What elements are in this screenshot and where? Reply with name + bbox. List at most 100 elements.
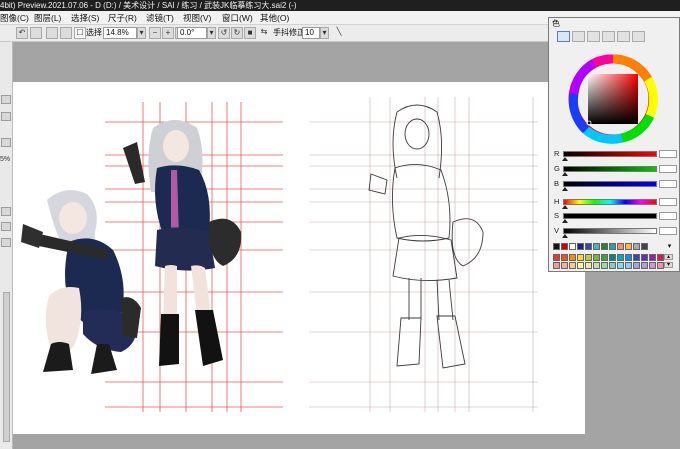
color-swatch[interactable] xyxy=(561,262,568,269)
slider-r-value[interactable] xyxy=(659,150,677,158)
color-swatch[interactable] xyxy=(569,262,576,269)
slider-g-value[interactable] xyxy=(659,165,677,173)
panel-scrollbar[interactable] xyxy=(3,292,10,442)
slider-b[interactable] xyxy=(563,181,657,187)
color-swatch[interactable] xyxy=(649,262,656,269)
menu-other[interactable]: 其他(O) xyxy=(260,12,289,24)
color-swatch[interactable] xyxy=(641,243,648,250)
zoom-field[interactable]: 14.8% xyxy=(103,27,137,39)
slider-r-thumb-icon[interactable] xyxy=(562,157,568,161)
slider-r[interactable] xyxy=(563,151,657,157)
slider-h-value[interactable] xyxy=(659,198,677,206)
color-swatch[interactable] xyxy=(617,254,624,261)
color-swatch[interactable] xyxy=(641,262,648,269)
color-swatch[interactable] xyxy=(569,254,576,261)
color-swatch[interactable] xyxy=(601,254,608,261)
select-toggle-checkbox[interactable]: ☐ xyxy=(74,27,86,39)
rotation-field[interactable]: 0.0° xyxy=(177,27,207,39)
pen-icon[interactable]: ╲ xyxy=(333,27,345,39)
scratchpad-tab-icon[interactable] xyxy=(632,31,645,42)
menu-ruler[interactable]: 尺子(R) xyxy=(108,12,137,24)
zoom-dropdown-icon[interactable]: ▾ xyxy=(137,27,146,39)
slider-b-thumb-icon[interactable] xyxy=(562,187,568,191)
swatches-tab-icon[interactable] xyxy=(617,31,630,42)
slider-g[interactable] xyxy=(563,166,657,172)
rotate-left-button[interactable]: ↺ xyxy=(218,27,230,39)
swatch-scroll-down-icon[interactable]: ▾ xyxy=(664,262,673,268)
slider-s-thumb-icon[interactable] xyxy=(562,219,568,223)
color-swatch[interactable] xyxy=(617,243,624,250)
color-swatch[interactable] xyxy=(561,243,568,250)
color-swatch[interactable] xyxy=(625,243,632,250)
color-wheel[interactable] xyxy=(562,54,664,144)
color-swatch[interactable] xyxy=(625,254,632,261)
color-swatch[interactable] xyxy=(593,254,600,261)
panel-button[interactable] xyxy=(1,222,11,231)
swatch-menu-chevron-icon[interactable]: ▾ xyxy=(665,243,674,250)
color-swatch[interactable] xyxy=(649,254,656,261)
panel-button[interactable] xyxy=(1,138,11,147)
flip-icon[interactable]: ⇆ xyxy=(258,27,270,39)
stabilizer-dropdown-icon[interactable]: ▾ xyxy=(320,27,329,39)
canvas-artwork[interactable] xyxy=(13,82,585,434)
panel-button[interactable] xyxy=(1,95,11,104)
color-swatch[interactable] xyxy=(577,262,584,269)
color-swatch[interactable] xyxy=(633,262,640,269)
color-swatch[interactable] xyxy=(569,243,576,250)
swatch-scroll-up-icon[interactable]: ▴ xyxy=(664,254,673,260)
palette-tab-icon[interactable] xyxy=(602,31,615,42)
menu-image[interactable]: 图像(C) xyxy=(0,12,29,24)
hsv-slider-tab-icon[interactable] xyxy=(587,31,600,42)
menu-select[interactable]: 选择(S) xyxy=(71,12,99,24)
slider-b-value[interactable] xyxy=(659,180,677,188)
color-swatch[interactable] xyxy=(593,243,600,250)
deselect-button[interactable] xyxy=(46,27,58,39)
color-swatch[interactable] xyxy=(601,262,608,269)
color-swatch[interactable] xyxy=(585,254,592,261)
color-swatch[interactable] xyxy=(633,254,640,261)
zoom-out-button[interactable]: − xyxy=(149,27,161,39)
color-swatch[interactable] xyxy=(585,262,592,269)
color-swatch[interactable] xyxy=(553,243,560,250)
color-swatch[interactable] xyxy=(625,262,632,269)
slider-v-value[interactable] xyxy=(659,227,677,235)
slider-s[interactable] xyxy=(563,213,657,219)
color-swatch[interactable] xyxy=(593,262,600,269)
slider-v-thumb-icon[interactable] xyxy=(562,234,568,238)
color-swatch[interactable] xyxy=(585,243,592,250)
slider-s-value[interactable] xyxy=(659,212,677,220)
slider-g-thumb-icon[interactable] xyxy=(562,172,568,176)
panel-button[interactable] xyxy=(1,238,11,247)
stabilizer-field[interactable]: 10 xyxy=(302,27,320,39)
menu-layer[interactable]: 图层(L) xyxy=(34,12,61,24)
rgb-slider-tab-icon[interactable] xyxy=(572,31,585,42)
color-swatch[interactable] xyxy=(633,243,640,250)
color-swatch[interactable] xyxy=(601,243,608,250)
slider-h-thumb-icon[interactable] xyxy=(562,205,568,209)
color-swatch[interactable] xyxy=(577,243,584,250)
redo-button[interactable] xyxy=(30,27,42,39)
color-swatch[interactable] xyxy=(609,254,616,261)
rotation-dropdown-icon[interactable]: ▾ xyxy=(207,27,216,39)
color-swatch[interactable] xyxy=(641,254,648,261)
menu-filter[interactable]: 滤镜(T) xyxy=(146,12,174,24)
menu-window[interactable]: 窗口(W) xyxy=(222,12,253,24)
undo-button[interactable]: ↶ xyxy=(16,27,28,39)
invert-selection-button[interactable] xyxy=(60,27,72,39)
zoom-in-button[interactable]: + xyxy=(162,27,174,39)
color-swatch[interactable] xyxy=(609,262,616,269)
color-swatch[interactable] xyxy=(561,254,568,261)
slider-h[interactable] xyxy=(563,199,657,205)
color-wheel-tab-icon[interactable] xyxy=(557,31,570,42)
slider-v[interactable] xyxy=(563,228,657,234)
color-swatch[interactable] xyxy=(617,262,624,269)
color-swatch[interactable] xyxy=(657,262,664,269)
menu-view[interactable]: 视图(V) xyxy=(183,12,211,24)
rotate-reset-button[interactable]: ■ xyxy=(244,27,256,39)
color-swatch[interactable] xyxy=(553,254,560,261)
color-swatch[interactable] xyxy=(657,254,664,261)
color-swatch[interactable] xyxy=(577,254,584,261)
panel-button[interactable] xyxy=(1,112,11,121)
rotate-right-button[interactable]: ↻ xyxy=(231,27,243,39)
color-swatch[interactable] xyxy=(609,243,616,250)
